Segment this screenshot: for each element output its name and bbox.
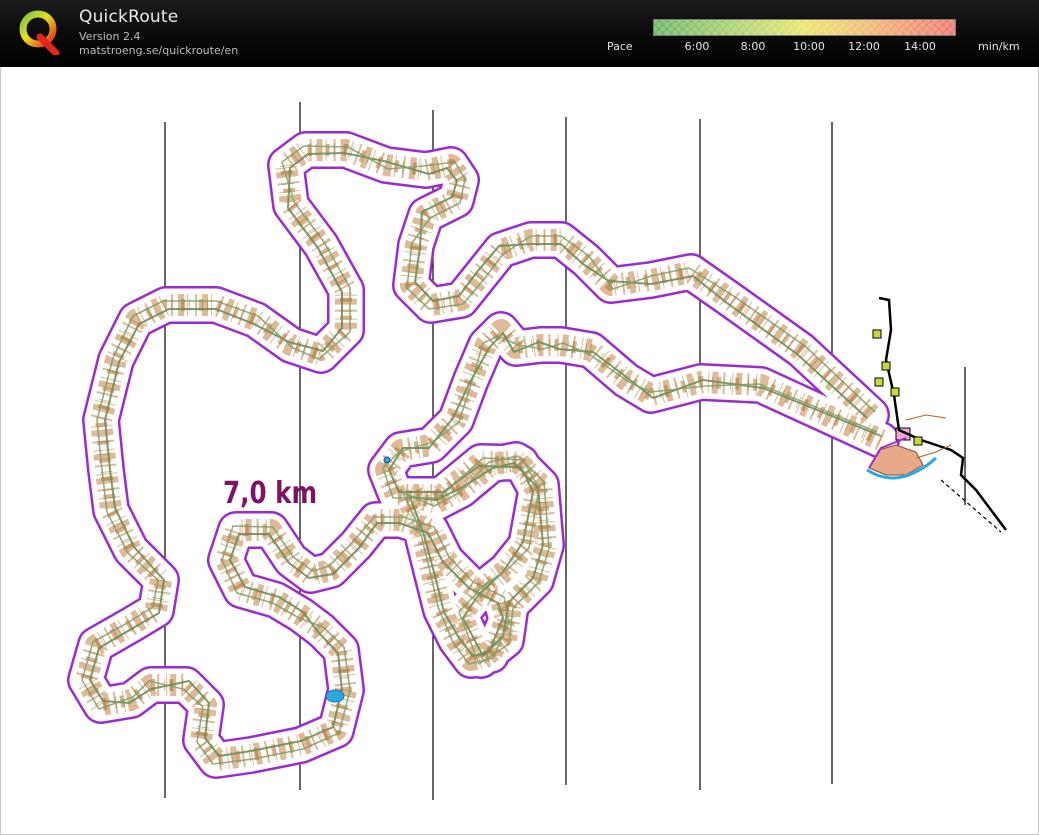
app-header: QuickRoute Version 2.4 matstroeng.se/qui… xyxy=(0,0,1039,67)
pace-tick: 8:00 xyxy=(740,40,766,53)
app-title: QuickRoute xyxy=(79,7,179,27)
pond-icon xyxy=(383,456,391,464)
pace-unit: min/km xyxy=(978,40,1020,53)
quickroute-logo-icon xyxy=(19,10,60,55)
pace-tick: 12:00 xyxy=(848,40,880,53)
pace-tick: 14:00 xyxy=(904,40,936,53)
lake-icon xyxy=(325,689,345,703)
road-line xyxy=(878,296,1007,531)
map-canvas[interactable]: 7,0 km xyxy=(0,67,1039,835)
app-version: Version 2.4 xyxy=(79,30,141,43)
pace-color-scale xyxy=(653,19,956,36)
pace-tick: 6:00 xyxy=(684,40,710,53)
orienteering-map[interactable] xyxy=(1,67,1039,835)
app-url[interactable]: matstroeng.se/quickroute/en xyxy=(79,44,238,57)
distance-label: 7,0 km xyxy=(223,476,318,511)
pace-tick: 10:00 xyxy=(793,40,825,53)
pace-label: Pace xyxy=(607,40,633,53)
